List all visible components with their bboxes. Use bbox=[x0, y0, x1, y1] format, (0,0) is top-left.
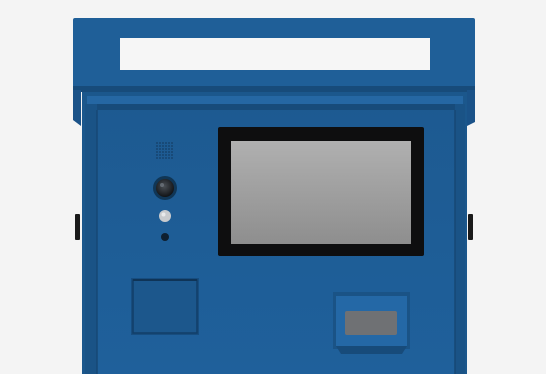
right-side-latch bbox=[468, 214, 473, 240]
left-side-latch bbox=[75, 214, 80, 240]
indicator-led-icon bbox=[159, 210, 171, 222]
camera-lens-icon bbox=[153, 176, 177, 200]
kiosk-illustration bbox=[0, 0, 546, 374]
ticket-slot[interactable] bbox=[333, 292, 410, 354]
reader-opening bbox=[131, 278, 199, 335]
sensor-dot-icon bbox=[161, 233, 169, 241]
sign-panel bbox=[120, 38, 430, 70]
screen-display[interactable] bbox=[231, 141, 411, 244]
slot-window bbox=[345, 311, 397, 335]
touchscreen[interactable] bbox=[218, 127, 424, 256]
